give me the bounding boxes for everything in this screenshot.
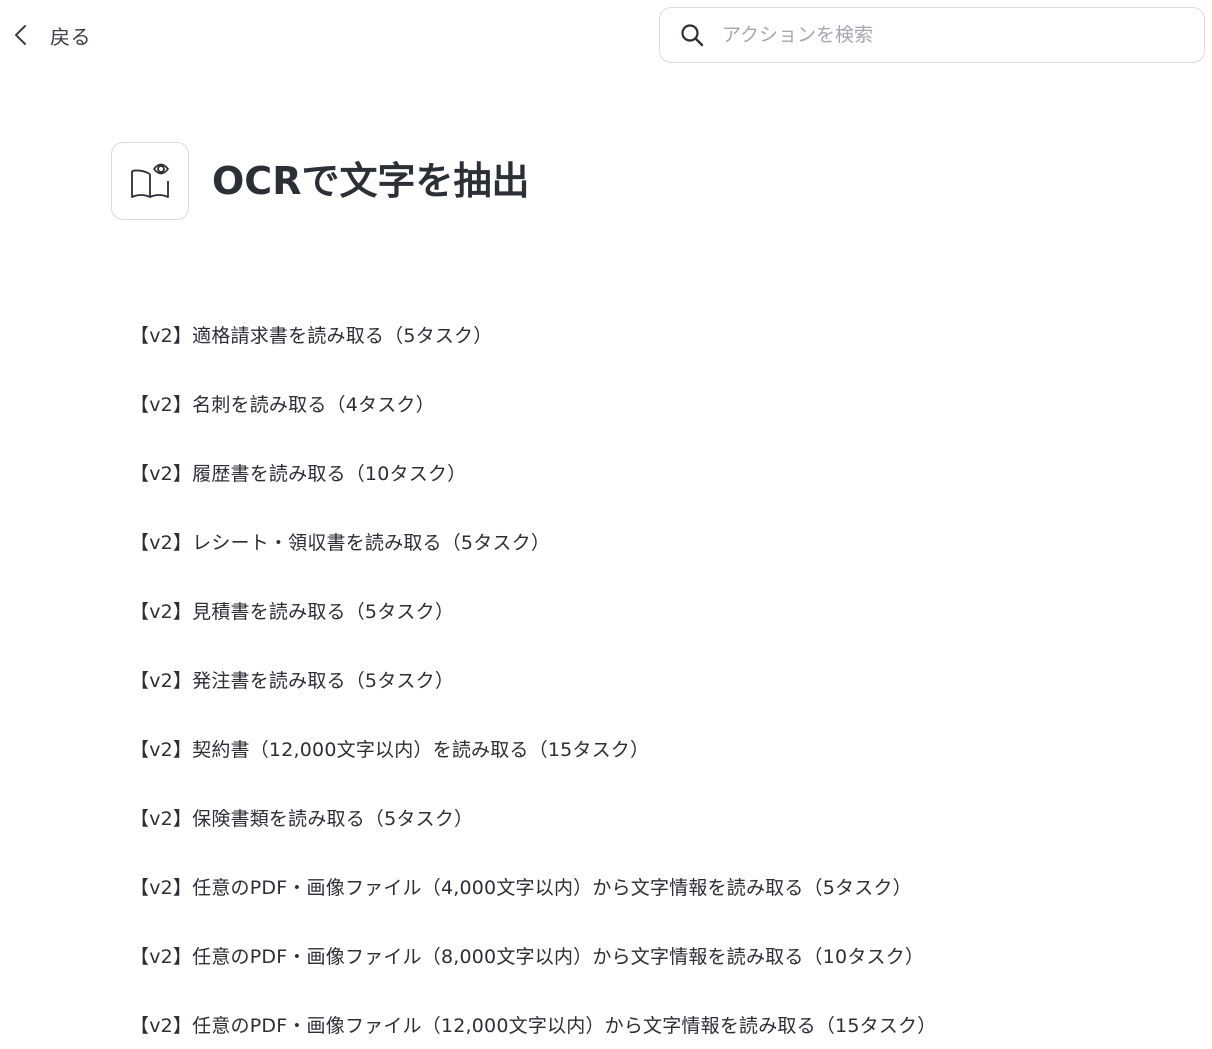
action-item[interactable]: 【v2】契約書（12,000文字以内）を読み取る（15タスク） — [130, 714, 936, 783]
action-item[interactable]: 【v2】発注書を読み取る（5タスク） — [130, 645, 936, 714]
action-item[interactable]: 【v2】任意のPDF・画像ファイル（12,000文字以内）から文字情報を読み取る… — [130, 990, 936, 1049]
page-title: OCRで文字を抽出 — [212, 159, 530, 203]
search-box[interactable] — [659, 7, 1205, 63]
action-item[interactable]: 【v2】見積書を読み取る（5タスク） — [130, 576, 936, 645]
back-label: 戻る — [50, 24, 91, 49]
page: 戻る OCRで文字を抽出 【v2】適格請求書を読み取る（5タスク） 【v2】名刺… — [0, 0, 1212, 1049]
search-input[interactable] — [720, 23, 1184, 47]
action-item[interactable]: 【v2】保険書類を読み取る（5タスク） — [130, 783, 936, 852]
search-icon — [680, 23, 704, 47]
action-item[interactable]: 【v2】名刺を読み取る（4タスク） — [130, 369, 936, 438]
back-button[interactable]: 戻る — [0, 14, 91, 56]
action-item[interactable]: 【v2】任意のPDF・画像ファイル（8,000文字以内）から文字情報を読み取る（… — [130, 921, 936, 990]
action-item[interactable]: 【v2】任意のPDF・画像ファイル（4,000文字以内）から文字情報を読み取る（… — [130, 852, 936, 921]
action-item[interactable]: 【v2】適格請求書を読み取る（5タスク） — [130, 300, 936, 369]
action-item[interactable]: 【v2】履歴書を読み取る（10タスク） — [130, 438, 936, 507]
chevron-left-icon — [0, 14, 42, 56]
book-eye-icon — [111, 142, 189, 220]
action-list: 【v2】適格請求書を読み取る（5タスク） 【v2】名刺を読み取る（4タスク） 【… — [130, 300, 936, 1049]
action-item[interactable]: 【v2】レシート・領収書を読み取る（5タスク） — [130, 507, 936, 576]
